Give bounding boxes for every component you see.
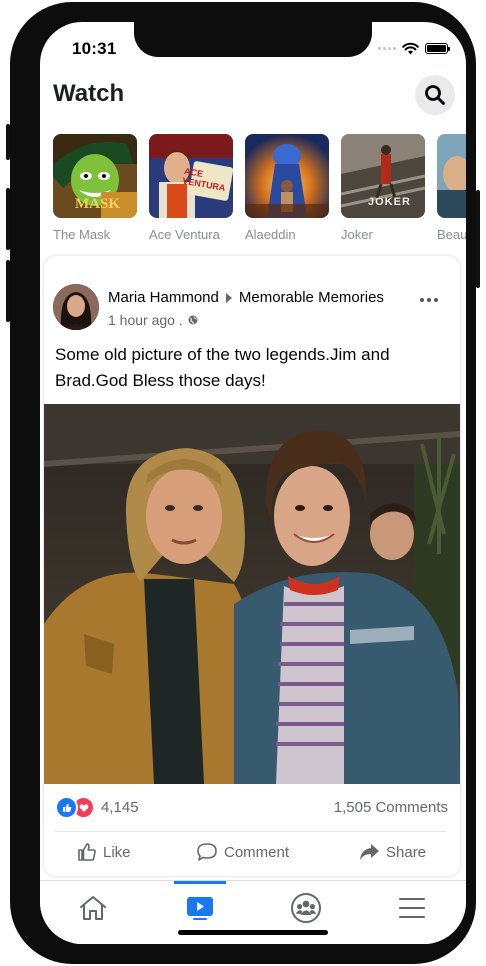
thumbnail-beau[interactable]: Beau bbox=[437, 134, 466, 242]
more-options-button[interactable] bbox=[420, 298, 438, 302]
status-icons bbox=[378, 40, 450, 56]
joker-poster: JOKER bbox=[341, 134, 425, 218]
search-icon bbox=[425, 85, 445, 105]
wifi-icon bbox=[402, 42, 419, 54]
post-photo[interactable] bbox=[44, 404, 460, 784]
thumbnail-label: Alaeddin bbox=[245, 227, 296, 242]
dot-icon bbox=[434, 298, 438, 302]
globe-icon bbox=[188, 315, 198, 325]
divider bbox=[55, 831, 446, 832]
like-button[interactable]: Like bbox=[77, 842, 131, 862]
volume-up-button bbox=[6, 188, 10, 250]
menu-icon bbox=[399, 898, 425, 918]
the-mask-poster: MASK bbox=[53, 134, 137, 218]
screen: 10:31 Watch MASK The Mask ACE VENTURA Ac… bbox=[40, 22, 466, 944]
author-name[interactable]: Maria Hammond bbox=[108, 289, 219, 306]
status-time: 10:31 bbox=[72, 39, 117, 58]
post-author-line: Maria Hammond Memorable Memories bbox=[108, 289, 384, 306]
groups-icon bbox=[291, 893, 321, 923]
post-meta: 1 hour ago . bbox=[108, 312, 198, 328]
home-icon bbox=[80, 896, 106, 920]
comment-label: Comment bbox=[224, 843, 290, 861]
comment-icon bbox=[197, 843, 217, 861]
comments-count[interactable]: 1,505 Comments bbox=[334, 799, 448, 816]
share-label: Share bbox=[386, 843, 427, 861]
share-button[interactable]: Share bbox=[358, 842, 426, 862]
notch bbox=[134, 22, 372, 57]
beau-poster bbox=[437, 134, 466, 218]
tab-watch[interactable] bbox=[180, 891, 220, 925]
page-title: Watch bbox=[53, 80, 125, 107]
mute-switch bbox=[6, 124, 10, 160]
caret-right-icon bbox=[225, 292, 232, 303]
volume-down-button bbox=[6, 260, 10, 322]
battery-icon bbox=[425, 42, 450, 54]
dot-icon bbox=[420, 298, 424, 302]
dot-icon bbox=[427, 298, 431, 302]
ace-ventura-poster: ACE VENTURA bbox=[149, 134, 233, 218]
thumbnail-alaeddin[interactable]: Alaeddin bbox=[245, 134, 329, 242]
mask-logo-text: MASK bbox=[75, 196, 120, 212]
share-icon bbox=[360, 844, 379, 860]
like-label: Like bbox=[103, 843, 131, 861]
phone-frame: 10:31 Watch MASK The Mask ACE VENTURA Ac… bbox=[6, 2, 480, 964]
alaeddin-poster bbox=[245, 134, 329, 218]
video-thumbnails-row[interactable]: MASK The Mask ACE VENTURA Ace Ventura Al… bbox=[53, 134, 466, 244]
reaction-count: 4,145 bbox=[101, 799, 139, 816]
signal-icon bbox=[378, 46, 396, 50]
avatar[interactable] bbox=[53, 284, 99, 330]
tab-home[interactable] bbox=[73, 891, 113, 925]
post-actions: Like Comment Share bbox=[44, 842, 460, 870]
thumbnail-joker[interactable]: JOKER Joker bbox=[341, 134, 425, 242]
joker-logo-text: JOKER bbox=[368, 196, 411, 208]
like-reaction-icon bbox=[55, 796, 78, 819]
thumbnail-label: Beau bbox=[437, 227, 466, 242]
tab-menu[interactable] bbox=[392, 891, 432, 925]
active-tab-indicator bbox=[174, 881, 226, 884]
reaction-summary[interactable]: 4,145 bbox=[55, 796, 139, 819]
thumbnail-the-mask[interactable]: MASK The Mask bbox=[53, 134, 137, 242]
comment-button[interactable]: Comment bbox=[196, 842, 289, 862]
post-text: Some old picture of the two legends.Jim … bbox=[55, 345, 390, 390]
post-card: Maria Hammond Memorable Memories 1 hour … bbox=[44, 256, 460, 876]
group-name[interactable]: Memorable Memories bbox=[239, 289, 384, 306]
thumbnail-label: The Mask bbox=[53, 227, 111, 242]
thumbnail-label: Ace Ventura bbox=[149, 227, 220, 242]
tab-groups[interactable] bbox=[286, 891, 326, 925]
power-button bbox=[476, 190, 480, 288]
watch-icon bbox=[187, 897, 213, 920]
post-time: 1 hour ago . bbox=[108, 312, 183, 328]
thumbs-up-icon bbox=[78, 843, 96, 861]
thumbnail-label: Joker bbox=[341, 227, 373, 242]
home-indicator bbox=[178, 930, 328, 935]
thumbnail-ace-ventura[interactable]: ACE VENTURA Ace Ventura bbox=[149, 134, 233, 242]
search-button[interactable] bbox=[415, 75, 455, 115]
